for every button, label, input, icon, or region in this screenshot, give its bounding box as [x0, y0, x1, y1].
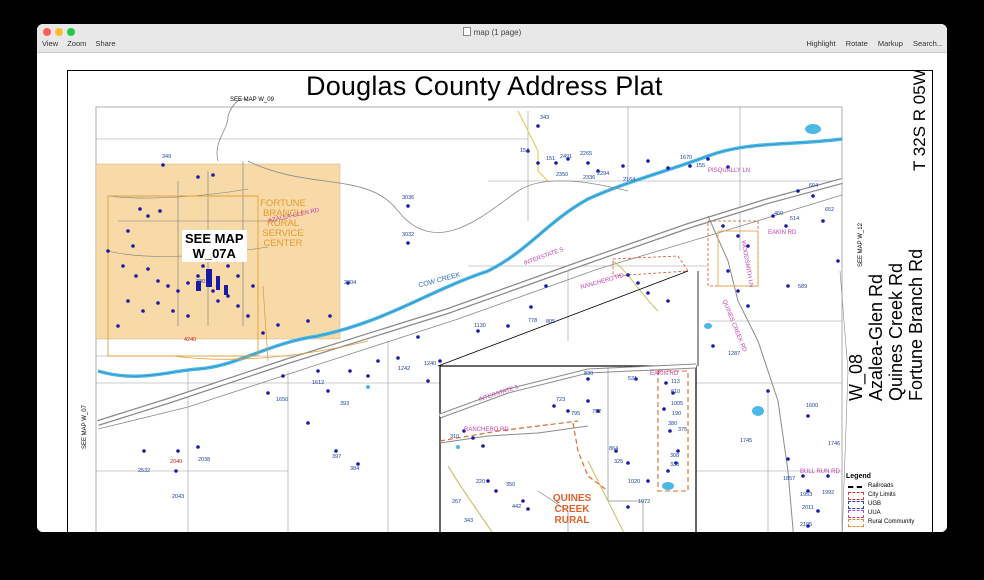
address-label: 864 [609, 446, 619, 452]
map-legend: Legend Railroads City Limits UGB UUA Rur… [846, 473, 928, 527]
address-label: 1745 [740, 438, 753, 444]
address-label: 1600 [806, 403, 819, 409]
zoom-menu-button[interactable]: Zoom [67, 39, 86, 48]
address-label: 380 [196, 279, 206, 285]
address-label: 2038 [198, 457, 211, 463]
address-label: 1670 [680, 155, 693, 161]
legend-title: Legend [846, 473, 871, 480]
address-label: 1130 [474, 323, 486, 329]
toolbar-right: Highlight Rotate Markup Search... [798, 39, 943, 48]
address-label: 350 [506, 482, 516, 488]
highlight-button[interactable]: Highlight [806, 39, 835, 48]
uua-swatch-icon [848, 510, 864, 518]
address-label: 310 [450, 434, 460, 440]
address-label: 151 [546, 156, 556, 162]
address-label: 2011 [802, 505, 814, 511]
address-label: 604 [809, 183, 819, 189]
legend-item-city-limits: City Limits [846, 491, 928, 500]
address-label: 610 [671, 389, 681, 395]
address-label: 4240 [184, 337, 197, 343]
address-label: 2350 [556, 172, 569, 178]
address-label: 1240 [424, 361, 437, 367]
address-label: 325 [614, 459, 624, 465]
address-label: 3036 [402, 195, 415, 201]
address-label: 330 [670, 462, 680, 468]
view-menu-button[interactable]: View [42, 39, 58, 48]
address-label: 805 [546, 319, 556, 325]
address-label: 1746 [828, 441, 841, 447]
address-label: 380 [668, 421, 678, 427]
address-label: 1072 [638, 499, 651, 505]
search-button[interactable]: Search... [913, 39, 943, 48]
legend-item-rural-community: Rural Community [846, 518, 928, 527]
address-label: 2294 [597, 171, 610, 177]
address-label: 830 [584, 371, 594, 377]
address-label: 154 [520, 148, 530, 154]
address-label: 343 [464, 518, 474, 524]
toolbar-left: View Zoom Share [42, 39, 123, 48]
address-label: 343 [540, 115, 550, 121]
address-label: 778 [528, 318, 538, 324]
address-label: 1005 [671, 401, 684, 407]
address-label: 384 [350, 466, 360, 472]
document-view[interactable]: Douglas County Address Plat T 32S R 05W … [37, 53, 947, 532]
address-label: 2532 [138, 468, 151, 474]
address-label: 531 [628, 376, 638, 382]
address-label: 2043 [172, 494, 185, 500]
address-label: 190 [672, 411, 682, 417]
address-label: 1992 [822, 490, 835, 496]
address-label: 589 [798, 284, 808, 290]
address-label: 2164 [623, 177, 636, 183]
address-label: 113 [671, 379, 680, 385]
markup-button[interactable]: Markup [878, 39, 903, 48]
address-label: 267 [452, 499, 462, 505]
preview-window: map (1 page) View Zoom Share Highlight R… [37, 24, 947, 532]
address-label: 792 [592, 409, 602, 415]
address-label: 1953 [800, 492, 813, 498]
address-label: 795 [571, 411, 581, 417]
rotate-button[interactable]: Rotate [846, 39, 868, 48]
address-label: 155 [696, 163, 706, 169]
address-label: 349 [162, 154, 172, 160]
address-label: 220 [476, 479, 486, 485]
address-label: 1857 [783, 476, 796, 482]
address-label: 2265 [580, 151, 593, 157]
address-label: 308 [670, 453, 680, 459]
share-menu-button[interactable]: Share [95, 39, 115, 48]
address-label: 2105 [800, 522, 813, 528]
city-limits-swatch-icon [848, 492, 864, 500]
railroad-swatch-icon [848, 486, 862, 488]
address-label: 1612 [312, 380, 325, 386]
address-label: 1242 [398, 366, 411, 372]
address-label: 3032 [402, 232, 415, 238]
document-icon [462, 27, 471, 36]
rural-community-swatch-icon [848, 519, 864, 527]
address-label: 397 [332, 454, 342, 460]
address-label: 442 [512, 504, 522, 510]
window-title: map (1 page) [37, 27, 947, 37]
address-label: 460 [774, 211, 784, 217]
legend-item-uua: UUA [846, 509, 928, 518]
address-label: 723 [556, 397, 566, 403]
ugb-swatch-icon [848, 501, 864, 509]
address-label: 1287 [728, 351, 741, 357]
address-label: 652 [825, 207, 835, 213]
address-label: 2804 [344, 280, 357, 286]
address-label: 514 [790, 216, 800, 222]
legend-item-ugb: UGB [846, 500, 928, 509]
address-label: 393 [340, 401, 350, 407]
address-label: 2040 [170, 459, 183, 465]
address-label: 1650 [276, 397, 289, 403]
address-label: 1020 [628, 479, 641, 485]
legend-item-railroads: Railroads [846, 482, 928, 491]
title-bar: map (1 page) View Zoom Share Highlight R… [37, 24, 947, 53]
address-label: 2491 [560, 154, 573, 160]
map-page: Douglas County Address Plat T 32S R 05W … [67, 70, 933, 532]
address-label: 375 [678, 427, 688, 433]
address-labels: 343 154 151 2491 2265 2350 2336 2294 216… [68, 71, 932, 532]
address-label: 2336 [583, 175, 596, 181]
